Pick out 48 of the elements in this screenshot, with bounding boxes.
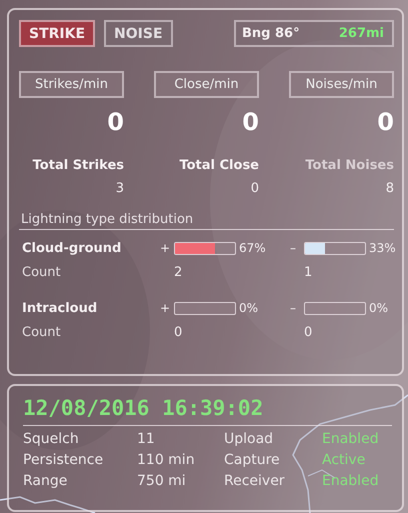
- rate-value: 0: [241, 108, 259, 136]
- status-label: Upload: [224, 431, 274, 447]
- polarity-sign: +: [160, 241, 171, 255]
- count-label: Count: [21, 264, 62, 280]
- status-value: Active: [322, 452, 366, 468]
- distance-value: 267mi: [338, 26, 384, 41]
- setting-value: 110 min: [137, 452, 196, 468]
- mode-button[interactable]: STRIKE: [19, 20, 96, 47]
- section-title: Lightning type distribution: [19, 212, 394, 230]
- total-value: 8: [384, 181, 394, 196]
- count-value: 0: [173, 324, 184, 340]
- type-label: Intracloud: [21, 300, 98, 316]
- polarity-sign: –: [290, 301, 297, 315]
- total-value: 0: [250, 181, 259, 196]
- distribution-bar: [174, 302, 236, 314]
- status-label: Capture: [224, 452, 281, 468]
- percent-value: 33%: [369, 241, 396, 255]
- total-label: Total Noises: [304, 158, 394, 173]
- setting-label: Squelch: [23, 431, 80, 447]
- total-value: 3: [114, 181, 124, 196]
- setting-label: Range: [23, 473, 68, 489]
- rate-value: 0: [376, 108, 394, 136]
- percent-value: 67%: [239, 241, 266, 255]
- percent-value: 0%: [239, 301, 258, 315]
- count-value: 2: [173, 264, 184, 280]
- mode-button[interactable]: NOISE: [104, 20, 173, 47]
- datetime: 12/08/2016 16:39:02: [23, 396, 392, 426]
- polarity-sign: –: [290, 241, 297, 255]
- polarity-sign: +: [160, 301, 171, 315]
- total-label: Total Close: [178, 158, 259, 173]
- count-value: 1: [303, 264, 314, 280]
- status-value: Enabled: [322, 431, 380, 447]
- type-label: Cloud-ground: [21, 240, 122, 256]
- rate-value: 0: [106, 108, 124, 136]
- percent-value: 0%: [369, 301, 388, 315]
- rate-button[interactable]: Close/min: [154, 71, 259, 98]
- count-value: 0: [303, 324, 314, 340]
- setting-label: Persistence: [23, 452, 104, 468]
- setting-value: 11: [137, 431, 156, 447]
- rate-button[interactable]: Noises/min: [289, 71, 394, 98]
- setting-value: 750 mi: [137, 473, 187, 489]
- total-label: Total Strikes: [32, 158, 124, 173]
- status-label: Receiver: [224, 473, 286, 489]
- rate-button[interactable]: Strikes/min: [19, 71, 124, 98]
- distribution-bar: [304, 302, 366, 314]
- count-label: Count: [21, 324, 62, 340]
- bearing-label: Bng 86°: [242, 26, 300, 41]
- status-value: Enabled: [322, 473, 380, 489]
